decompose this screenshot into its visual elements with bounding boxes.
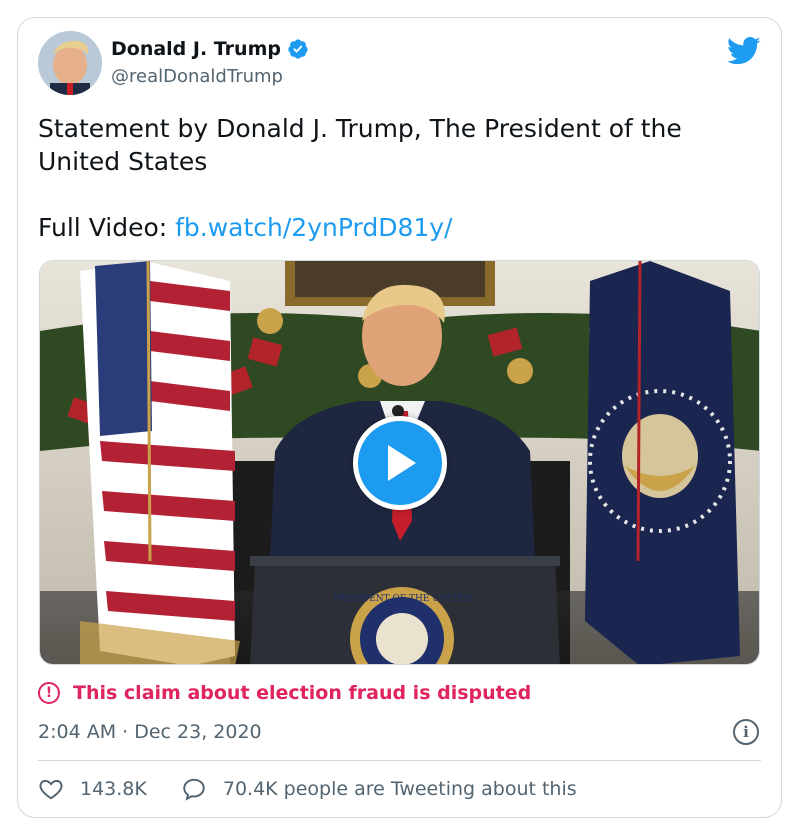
- video-player[interactable]: PRESIDENT OF THE UNITED: [39, 260, 760, 665]
- info-icon[interactable]: i: [733, 719, 759, 745]
- avatar-photo: [38, 31, 102, 95]
- divider: [38, 760, 761, 761]
- disputed-text[interactable]: This claim about election fraud is dispu…: [73, 682, 531, 704]
- full-video-label: Full Video:: [38, 213, 176, 242]
- author-name[interactable]: Donald J. Trump: [111, 38, 281, 60]
- video-link[interactable]: fb.watch/2ynPrdD81y/: [175, 213, 452, 242]
- tweet-card[interactable]: Donald J. Trump @realDonaldTrump Stateme…: [17, 17, 782, 818]
- speech-bubble-icon: [183, 778, 205, 801]
- twitter-bird-icon[interactable]: [727, 36, 761, 66]
- heart-icon: [39, 779, 63, 800]
- conversation-button[interactable]: 70.4K people are Tweeting about this: [181, 776, 577, 802]
- like-count: 143.8K: [80, 778, 147, 800]
- tweet-line-2: Full Video: fb.watch/2ynPrdD81y/: [38, 211, 758, 244]
- exclamation-circle-icon: !: [38, 682, 60, 704]
- avatar[interactable]: [38, 31, 102, 95]
- action-bar: 143.8K 70.4K people are Tweeting about t…: [38, 776, 577, 802]
- author-handle[interactable]: @realDonaldTrump: [111, 66, 283, 87]
- tweet-timestamp[interactable]: 2:04 AM · Dec 23, 2020: [38, 721, 262, 743]
- disputed-label[interactable]: ! This claim about election fraud is dis…: [38, 682, 531, 704]
- play-icon: [388, 445, 416, 481]
- tweet-text: Statement by Donald J. Trump, The Presid…: [38, 112, 758, 244]
- tweet-line-1: Statement by Donald J. Trump, The Presid…: [38, 114, 682, 176]
- play-button[interactable]: [353, 416, 447, 510]
- podium-seal-text: PRESIDENT OF THE UNITED: [333, 594, 471, 604]
- tweeting-about-text: 70.4K people are Tweeting about this: [222, 778, 577, 800]
- like-button[interactable]: 143.8K: [38, 776, 147, 802]
- verified-badge-icon: [288, 39, 308, 59]
